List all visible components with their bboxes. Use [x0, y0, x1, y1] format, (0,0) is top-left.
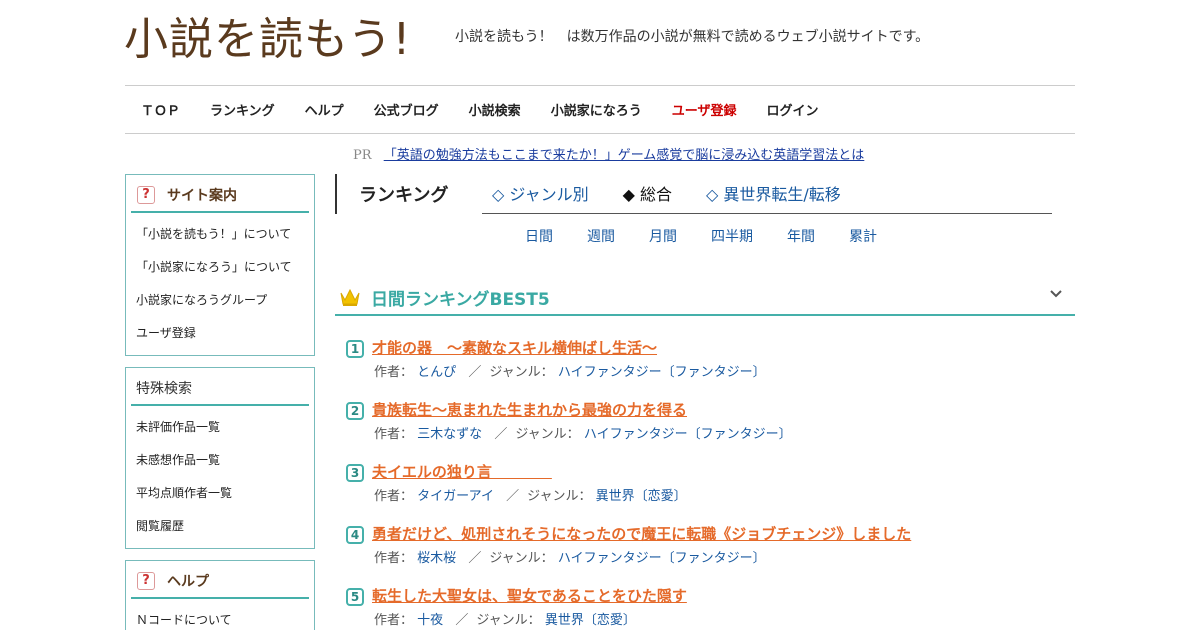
pr-banner: PR 「英語の勉強方法もここまで来たか！」ゲーム感覚で脳に浸み込む英語学習法とは — [353, 144, 864, 163]
novel-meta: 作者： 三木なずな ／ジャンル： ハイファンタジー〔ファンタジー〕 — [374, 427, 792, 442]
ranking-list: 1 才能の器 ～素敵なスキル横伸ばし生活～ 作者： とんぴ ／ジャンル： ハイフ… — [335, 338, 1075, 630]
pr-tag: PR — [353, 148, 372, 163]
novel-title-link[interactable]: 転生した大聖女は、聖女であることをひた隠す — [372, 586, 687, 606]
genre-link[interactable]: ハイファンタジー〔ファンタジー〕 — [558, 365, 766, 380]
author-link[interactable]: 三木なずな — [417, 427, 482, 442]
genre-link[interactable]: 異世界〔恋愛〕 — [596, 489, 687, 504]
special-search-box: 特殊検索 未評価作品一覧 未感想作品一覧 平均点順作者一覧 閲覧履歴 — [125, 367, 315, 549]
sidebar: ? サイト案内 「小説を読もう！」について 「小説家になろう」について 小説家に… — [125, 174, 315, 630]
author-link[interactable]: タイガーアイ — [417, 489, 494, 504]
novel-meta: 作者： 十夜 ／ジャンル： 異世界〔恋愛〕 — [374, 613, 636, 628]
best5-title: 日間ランキングBEST5 — [371, 289, 550, 310]
sidebar-item-unrated[interactable]: 未評価作品一覧 — [126, 412, 314, 445]
novel-meta: 作者： とんぴ ／ジャンル： ハイファンタジー〔ファンタジー〕 — [374, 365, 766, 380]
help-header: ? ヘルプ — [131, 561, 309, 599]
global-nav: ＴＯＰ ランキング ヘルプ 公式ブログ 小説検索 小説家になろう ユーザ登録 ロ… — [125, 85, 1075, 134]
question-icon: ? — [137, 186, 155, 204]
sidebar-item-narou-group[interactable]: 小説家になろうグループ — [126, 285, 314, 318]
nav-ranking[interactable]: ランキング — [210, 100, 275, 119]
novel-meta: 作者： タイガーアイ ／ジャンル： 異世界〔恋愛〕 — [374, 489, 687, 504]
chevron-down-icon[interactable] — [1049, 286, 1063, 304]
ranking-header: ランキング ◇ ジャンル別 ◆ 総合 ◇ 異世界転生/転移 — [335, 174, 1075, 214]
nav-official-blog[interactable]: 公式ブログ — [374, 100, 439, 119]
logo-text: 小説を読もう! — [124, 14, 412, 65]
novel-title-link[interactable]: 才能の器 ～素敵なスキル横伸ばし生活～ — [372, 338, 657, 358]
ranking-title: ランキング — [335, 174, 482, 214]
nav-top[interactable]: ＴＯＰ — [141, 100, 180, 119]
crown-icon — [340, 288, 360, 306]
sidebar-item-history[interactable]: 閲覧履歴 — [126, 511, 314, 544]
author-link[interactable]: 十夜 — [417, 613, 443, 628]
author-link[interactable]: とんぴ — [417, 365, 456, 380]
list-item: 3 夫イエルの独り言 作者： タイガーアイ ／ジャンル： 異世界〔恋愛〕 — [335, 462, 1075, 524]
list-item: 2 貴族転生～恵まれた生まれから最強の力を得る 作者： 三木なずな ／ジャンル：… — [335, 400, 1075, 462]
novel-title-link[interactable]: 夫イエルの独り言 — [372, 462, 552, 482]
rank-number: 4 — [346, 526, 364, 544]
sidebar-item-about-narou[interactable]: 「小説家になろう」について — [126, 252, 314, 285]
sidebar-item-ncode[interactable]: Ｎコードについて — [126, 605, 314, 630]
site-guide-header: ? サイト案内 — [131, 175, 309, 213]
period-yearly[interactable]: 年間 — [787, 226, 815, 246]
nav-user-register[interactable]: ユーザ登録 — [672, 100, 737, 119]
special-search-header: 特殊検索 — [131, 368, 309, 406]
tab-genre[interactable]: ◇ ジャンル別 — [492, 181, 589, 205]
pr-link[interactable]: 「英語の勉強方法もここまで来たか！」ゲーム感覚で脳に浸み込む英語学習法とは — [384, 148, 865, 163]
period-monthly[interactable]: 月間 — [649, 226, 677, 246]
rank-number: 1 — [346, 340, 364, 358]
genre-link[interactable]: ハイファンタジー〔ファンタジー〕 — [558, 551, 766, 566]
site-guide-box: ? サイト案内 「小説を読もう！」について 「小説家になろう」について 小説家に… — [125, 174, 315, 356]
genre-link[interactable]: 異世界〔恋愛〕 — [545, 613, 636, 628]
main-content: ランキング ◇ ジャンル別 ◆ 総合 ◇ 異世界転生/転移 日間 週間 月間 四… — [335, 174, 1075, 630]
rank-number: 5 — [346, 588, 364, 606]
period-tabs: 日間 週間 月間 四半期 年間 累計 — [335, 226, 1075, 246]
help-box: ? ヘルプ Ｎコードについて — [125, 560, 315, 630]
ranking-tabs: ◇ ジャンル別 ◆ 総合 ◇ 異世界転生/転移 — [482, 172, 1052, 214]
nav-narou[interactable]: 小説家になろう — [551, 100, 642, 119]
special-search-title: 特殊検索 — [136, 381, 192, 397]
novel-title-link[interactable]: 貴族転生～恵まれた生まれから最強の力を得る — [372, 400, 687, 420]
rank-number: 2 — [346, 402, 364, 420]
period-total[interactable]: 累計 — [849, 226, 877, 246]
nav-login[interactable]: ログイン — [766, 100, 818, 119]
period-daily[interactable]: 日間 — [525, 226, 553, 246]
list-item: 5 転生した大聖女は、聖女であることをひた隠す 作者： 十夜 ／ジャンル： 異世… — [335, 586, 1075, 630]
tab-overall[interactable]: ◆ 総合 — [623, 181, 672, 205]
novel-meta: 作者： 桜木桜 ／ジャンル： ハイファンタジー〔ファンタジー〕 — [374, 551, 766, 566]
sidebar-item-user-register[interactable]: ユーザ登録 — [126, 318, 314, 351]
list-item: 1 才能の器 ～素敵なスキル横伸ばし生活～ 作者： とんぴ ／ジャンル： ハイフ… — [335, 338, 1075, 400]
help-title: ヘルプ — [167, 574, 209, 590]
period-quarterly[interactable]: 四半期 — [711, 226, 753, 246]
site-tagline: 小説を読もう！ は数万作品の小説が無料で読めるウェブ小説サイトです。 — [455, 29, 930, 45]
list-item: 4 勇者だけど、処刑されそうになったので魔王に転職《ジョブチェンジ》しました 作… — [335, 524, 1075, 586]
site-guide-title: サイト案内 — [167, 188, 237, 204]
tab-isekai[interactable]: ◇ 異世界転生/転移 — [706, 181, 841, 205]
sidebar-item-no-reviews[interactable]: 未感想作品一覧 — [126, 445, 314, 478]
nav-help[interactable]: ヘルプ — [305, 100, 344, 119]
sidebar-item-about-yomou[interactable]: 「小説を読もう！」について — [126, 219, 314, 252]
period-weekly[interactable]: 週間 — [587, 226, 615, 246]
genre-link[interactable]: ハイファンタジー〔ファンタジー〕 — [584, 427, 792, 442]
best5-header[interactable]: 日間ランキングBEST5 — [335, 280, 1075, 316]
rank-number: 3 — [346, 464, 364, 482]
novel-title-link[interactable]: 勇者だけど、処刑されそうになったので魔王に転職《ジョブチェンジ》しました — [372, 524, 911, 544]
nav-novel-search[interactable]: 小説検索 — [469, 100, 521, 119]
sidebar-item-avg-score-authors[interactable]: 平均点順作者一覧 — [126, 478, 314, 511]
site-logo[interactable]: 小説を読もう! — [124, 12, 411, 68]
question-icon: ? — [137, 572, 155, 590]
author-link[interactable]: 桜木桜 — [417, 551, 456, 566]
